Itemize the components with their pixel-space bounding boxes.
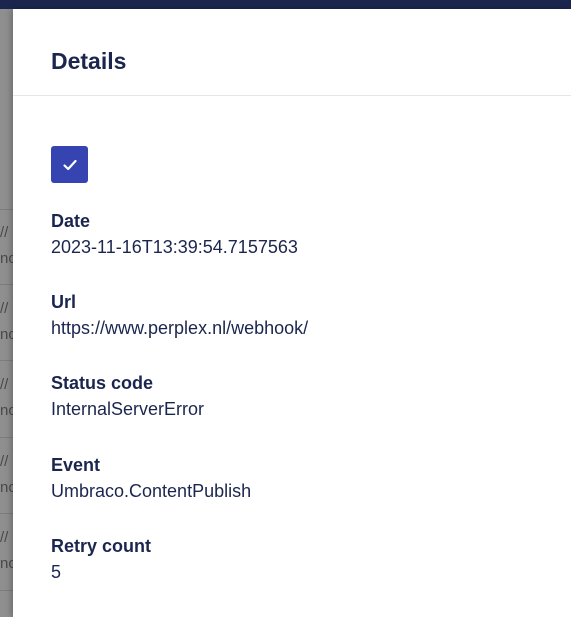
check-icon (62, 159, 77, 170)
row-divider (0, 590, 13, 591)
background-row-text: no (0, 555, 13, 572)
field-label: Status code (51, 373, 154, 393)
row-divider (0, 513, 13, 514)
background-row-text: // (0, 529, 9, 546)
panel-title: Details (51, 48, 127, 74)
field-retry-count: Retry count 5 (51, 535, 151, 584)
background-row-text: no (0, 479, 13, 496)
row-divider (0, 209, 13, 210)
row-divider (0, 437, 13, 438)
field-label: Url (51, 292, 77, 312)
success-checkbox[interactable] (51, 146, 88, 183)
top-navigation-bar (0, 0, 571, 9)
row-divider (0, 360, 13, 361)
background-row-text: no (0, 402, 13, 419)
field-value: Umbraco.ContentPublish (51, 481, 252, 501)
background-overlay[interactable]: // no // no // no // no // no (0, 9, 13, 617)
field-label: Date (51, 211, 91, 231)
field-value: 2023-11-16T13:39:54.7157563 (51, 237, 298, 257)
field-value: https://www.perplex.nl/webhook/ (51, 318, 309, 338)
field-url: Url https://www.perplex.nl/webhook/ (51, 291, 308, 340)
field-value: InternalServerError (51, 399, 205, 419)
field-status-code: Status code InternalServerError (51, 372, 204, 421)
background-row-text: no (0, 250, 13, 267)
field-event: Event Umbraco.ContentPublish (51, 454, 251, 503)
field-value: 5 (51, 562, 62, 582)
field-label: Event (51, 455, 101, 475)
background-row-text: // (0, 300, 9, 317)
background-row-text: // (0, 376, 9, 393)
background-row-text: no (0, 326, 13, 343)
field-date: Date 2023-11-16T13:39:54.7157563 (51, 210, 298, 259)
panel-header: Details (13, 9, 571, 96)
details-panel: Details Date 2023-11-16T13:39:54.7157563… (13, 9, 571, 617)
field-label: Retry count (51, 536, 152, 556)
row-divider (0, 284, 13, 285)
background-row-text: // (0, 453, 9, 470)
background-row-text: // (0, 224, 9, 241)
